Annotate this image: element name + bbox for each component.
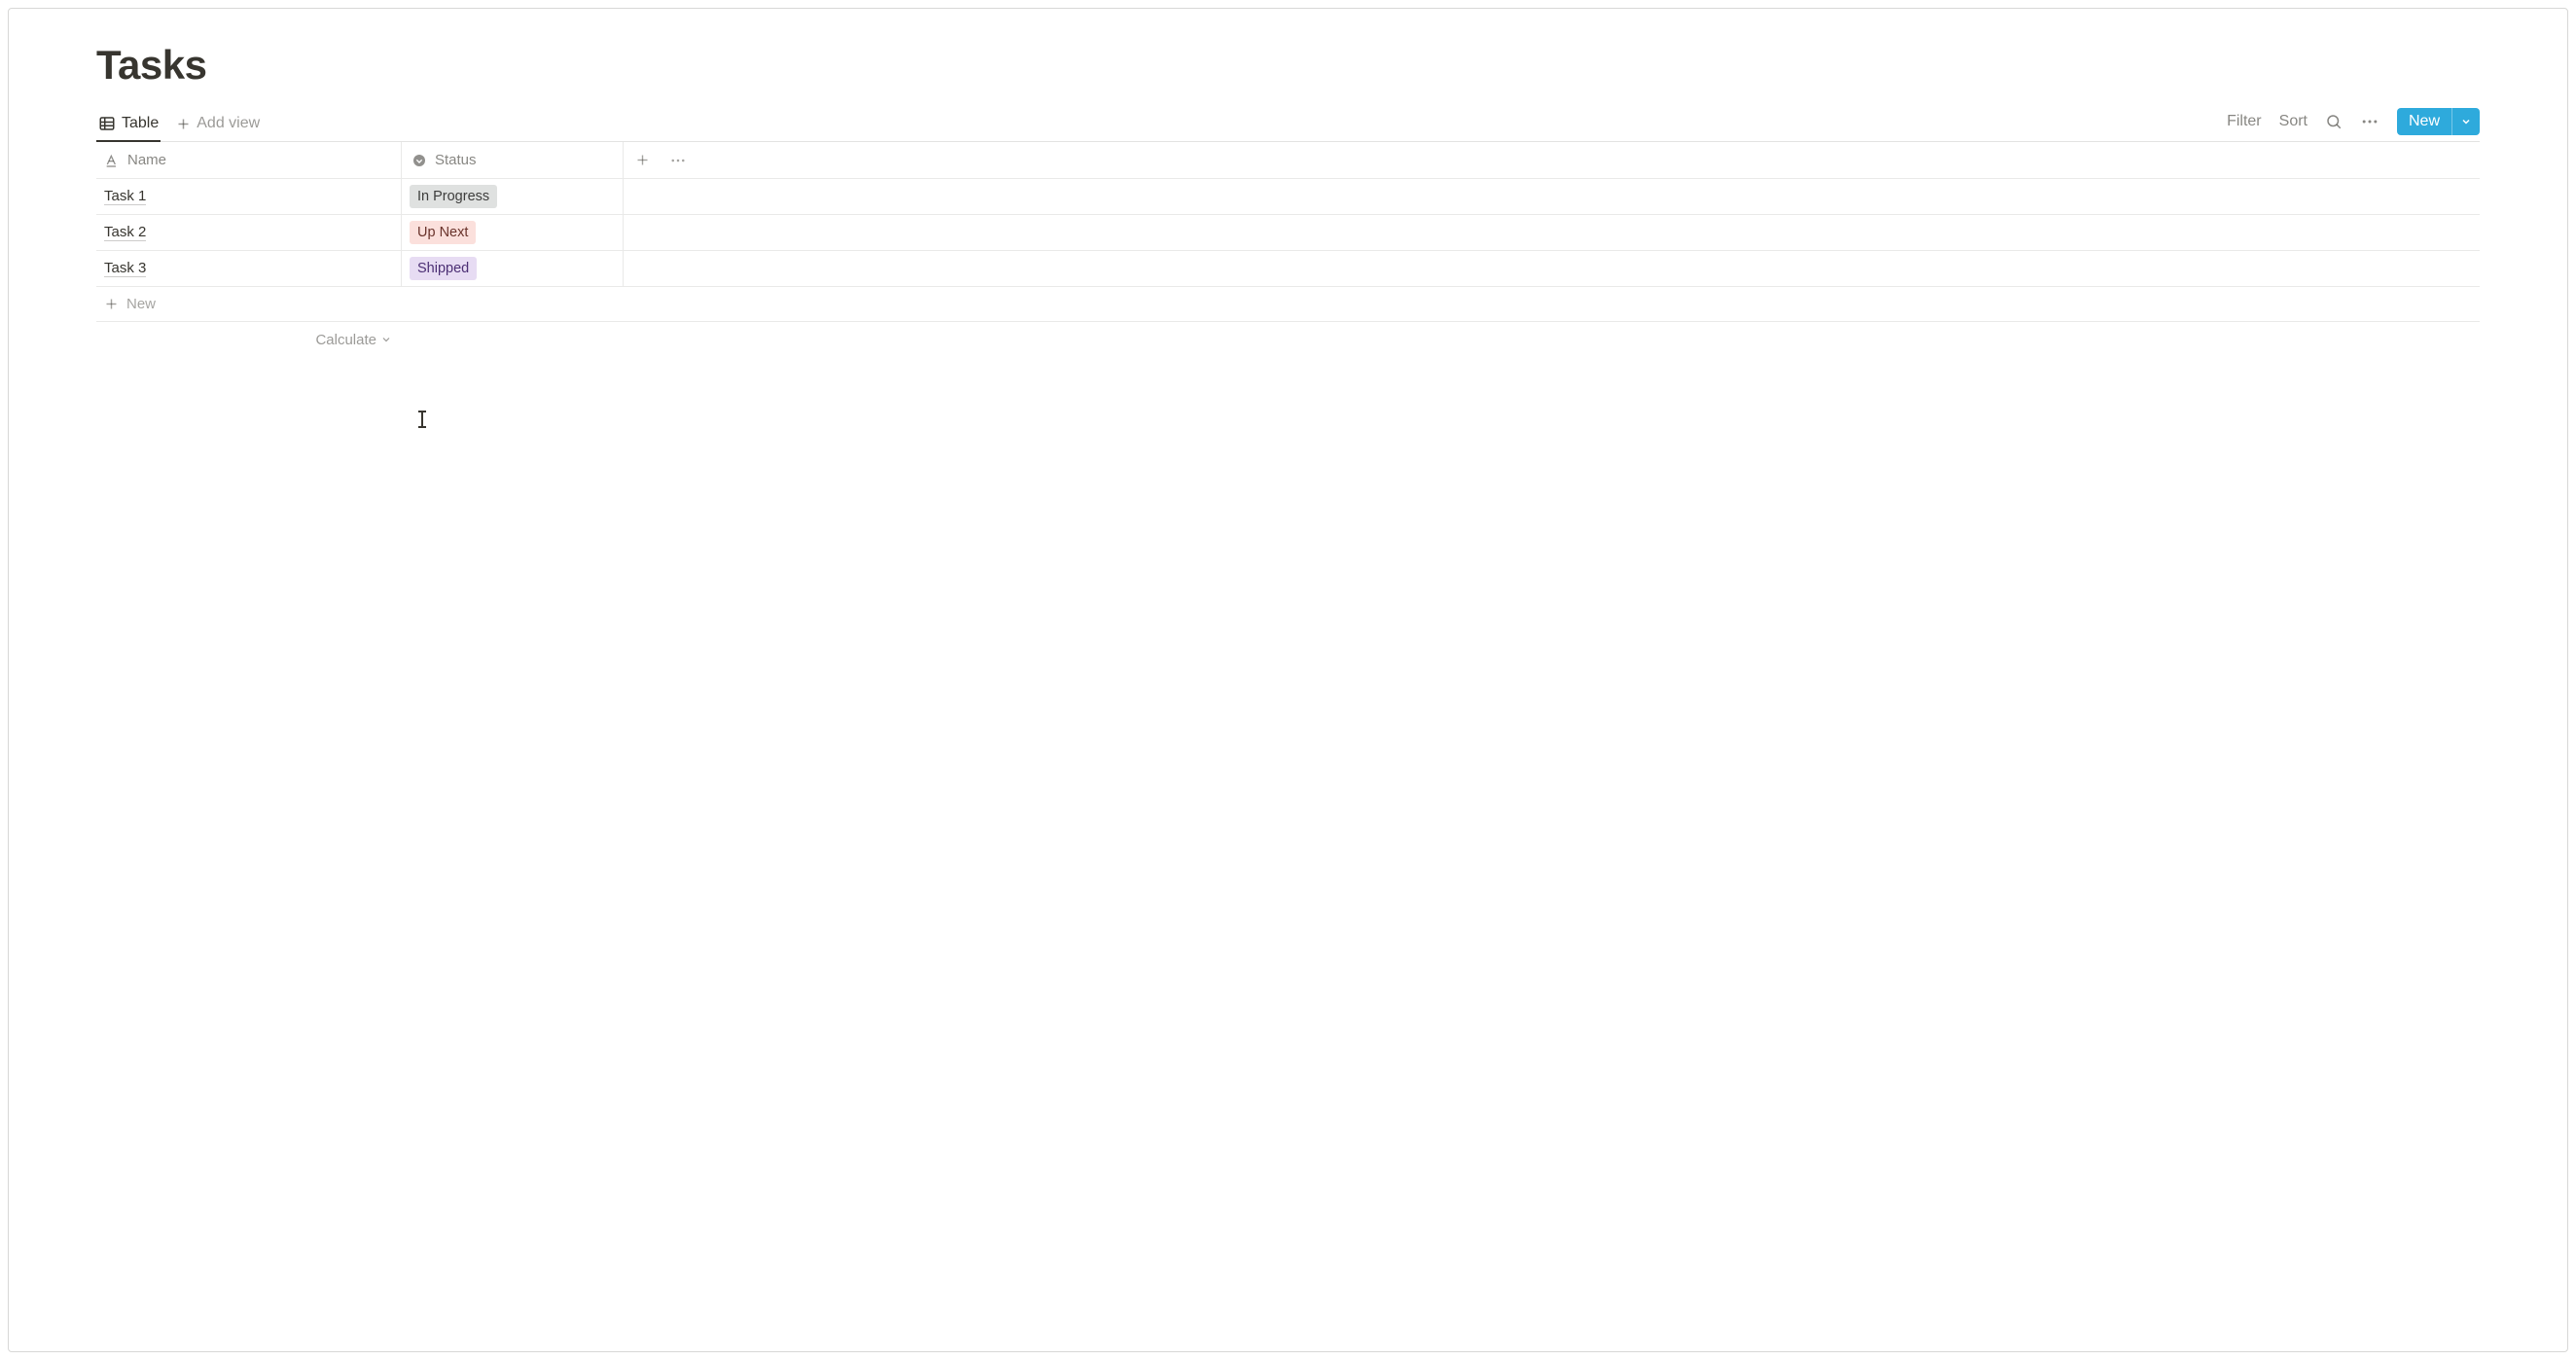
column-header-status-label: Status xyxy=(435,152,477,168)
search-icon[interactable] xyxy=(2325,113,2343,130)
add-column-button[interactable] xyxy=(635,153,650,167)
status-badge: Up Next xyxy=(410,221,476,244)
column-more-icon[interactable] xyxy=(669,152,687,169)
cell-empty[interactable] xyxy=(624,179,2480,214)
new-button-group: New xyxy=(2397,108,2480,135)
cell-status[interactable]: In Progress xyxy=(402,179,624,214)
table-header: Name Status xyxy=(96,142,2480,179)
cell-status[interactable]: Up Next xyxy=(402,215,624,250)
column-header-name-label: Name xyxy=(127,152,166,168)
cell-empty[interactable] xyxy=(624,215,2480,250)
add-row-button[interactable]: New xyxy=(96,287,2480,322)
cell-name-text: Task 2 xyxy=(104,224,146,241)
plus-icon xyxy=(104,297,119,311)
table-row: Task 1 In Progress xyxy=(96,179,2480,215)
toolbar-right: Filter Sort New xyxy=(2227,108,2480,141)
add-view-label: Add view xyxy=(197,115,260,132)
cell-name-text: Task 3 xyxy=(104,260,146,277)
text-cursor-icon xyxy=(421,412,423,427)
calculate-row: Calculate xyxy=(96,322,2480,357)
toolbar-left: Table Add view xyxy=(96,109,262,141)
calculate-button[interactable]: Calculate xyxy=(96,322,402,357)
calculate-label: Calculate xyxy=(315,332,376,348)
column-header-status[interactable]: Status xyxy=(402,142,624,178)
views-toolbar: Table Add view Filter Sort xyxy=(96,108,2480,142)
table-row: Task 3 Shipped xyxy=(96,251,2480,287)
text-property-icon xyxy=(104,153,120,168)
tab-table[interactable]: Table xyxy=(96,109,161,142)
add-row-label: New xyxy=(126,296,156,312)
new-button[interactable]: New xyxy=(2397,108,2451,135)
more-icon[interactable] xyxy=(2360,112,2379,131)
sort-button[interactable]: Sort xyxy=(2279,113,2308,130)
filter-button[interactable]: Filter xyxy=(2227,113,2262,130)
cell-name[interactable]: Task 2 xyxy=(96,215,402,250)
select-property-icon xyxy=(411,153,427,168)
tab-table-label: Table xyxy=(122,115,159,132)
app-frame: Tasks Table xyxy=(8,8,2568,1352)
add-view-button[interactable]: Add view xyxy=(174,109,262,140)
page-title[interactable]: Tasks xyxy=(96,42,2480,89)
table-row: Task 2 Up Next xyxy=(96,215,2480,251)
cell-name[interactable]: Task 1 xyxy=(96,179,402,214)
status-badge: In Progress xyxy=(410,185,497,208)
cell-name[interactable]: Task 3 xyxy=(96,251,402,286)
table: Name Status xyxy=(96,142,2480,357)
cell-name-text: Task 1 xyxy=(104,188,146,205)
status-badge: Shipped xyxy=(410,257,477,280)
cell-status[interactable]: Shipped xyxy=(402,251,624,286)
column-actions xyxy=(624,142,698,178)
chevron-down-icon xyxy=(380,334,392,345)
table-icon xyxy=(98,115,116,132)
column-header-name[interactable]: Name xyxy=(96,142,402,178)
plus-icon xyxy=(176,117,191,131)
cell-empty[interactable] xyxy=(624,251,2480,286)
new-button-dropdown[interactable] xyxy=(2451,108,2480,135)
